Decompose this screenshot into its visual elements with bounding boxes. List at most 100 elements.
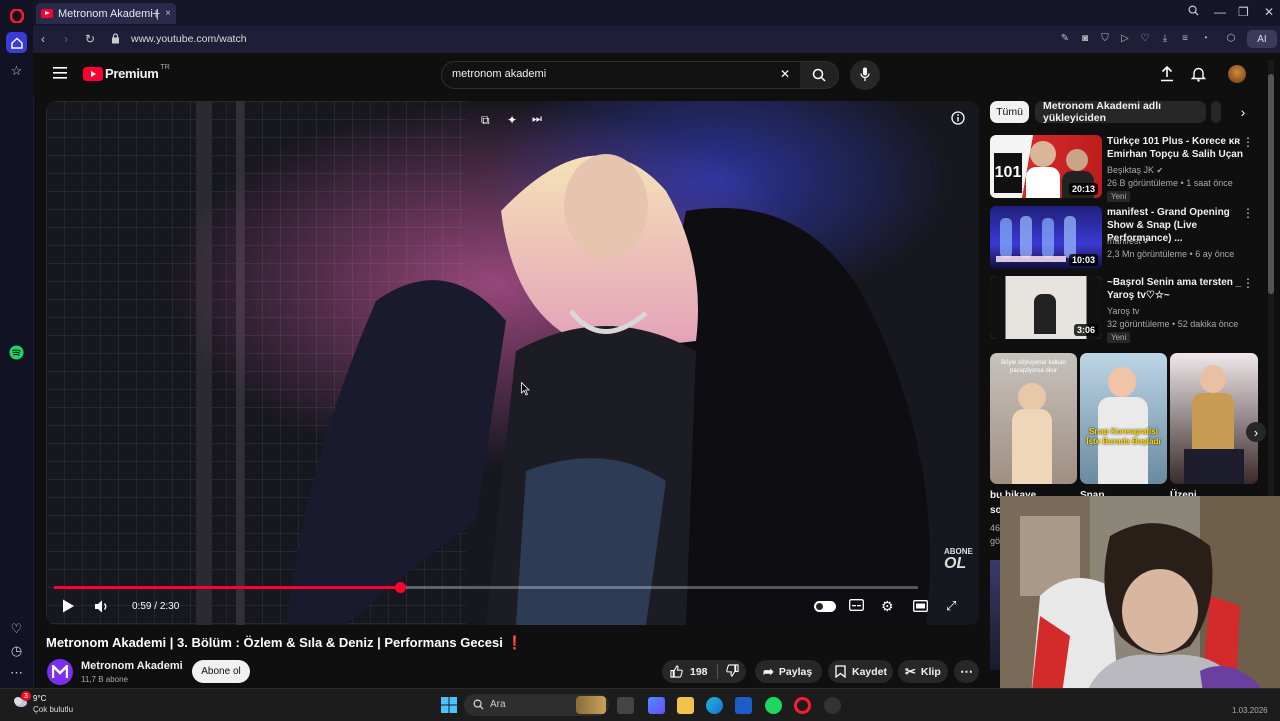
back-icon[interactable]: ‹ (41, 32, 45, 46)
thumbs-up-icon (670, 665, 683, 678)
more-icon[interactable]: ⋯ (6, 662, 27, 683)
channel-name[interactable]: Metronom Akademi (81, 660, 183, 672)
windows-start-icon[interactable] (441, 697, 457, 718)
minimize-icon[interactable]: — (1214, 5, 1226, 19)
reload-icon[interactable]: ↻ (85, 32, 95, 46)
url-input[interactable]: www.youtube.com/watch (131, 33, 247, 45)
search-input[interactable]: metronom akademi ✕ (441, 61, 801, 89)
volume-icon[interactable] (94, 600, 109, 618)
shorts-next-chevron-icon[interactable]: › (1246, 422, 1266, 442)
maximize-icon[interactable]: ❐ (1238, 5, 1249, 19)
short-item[interactable] (1170, 353, 1258, 484)
subtitles-icon[interactable] (849, 599, 864, 614)
time-current: 0:59 (132, 601, 152, 612)
menu-list-icon[interactable]: ≡ (1179, 33, 1191, 45)
opera-logo-icon[interactable] (6, 5, 27, 26)
app-taskbar-icon[interactable] (824, 697, 841, 714)
home-icon[interactable] (6, 32, 27, 53)
theater-mode-icon[interactable] (913, 599, 928, 617)
info-icon[interactable] (951, 111, 965, 130)
notifications-bell-icon[interactable] (1190, 66, 1207, 87)
play-button[interactable] (62, 599, 75, 618)
chip-uploader[interactable]: Metronom Akademi adlı yükleyiciden (1035, 100, 1206, 124)
forward-icon[interactable]: › (64, 32, 68, 46)
save-button[interactable]: Kaydet (828, 660, 893, 683)
sparkle-icon[interactable]: ✦ (507, 113, 517, 127)
upload-icon[interactable] (1160, 65, 1174, 87)
avatar[interactable] (1228, 65, 1246, 83)
task-view-icon[interactable] (617, 697, 634, 714)
hamburger-menu-icon[interactable] (53, 66, 67, 84)
settings-gear-icon[interactable]: ⚙ (881, 598, 894, 615)
recommendation-item[interactable]: 3:06 ~Başrol Senin ama tersten _ Yaroş t… (990, 276, 1260, 343)
search-button[interactable] (800, 61, 839, 89)
tab-close-icon[interactable]: × (165, 8, 171, 19)
spotify-icon[interactable] (6, 342, 27, 363)
weather-icon[interactable]: 3 (12, 691, 31, 713)
widgets-icon[interactable] (648, 697, 665, 714)
verified-icon: ✔ (1143, 237, 1151, 246)
video-thumbnail[interactable]: 10:03 (990, 206, 1102, 269)
scrollbar-thumb[interactable] (1268, 74, 1274, 294)
recommendation-item[interactable]: 10:03 manifest - Grand Opening Show & Sn… (990, 206, 1260, 272)
video-thumbnail[interactable]: 3:06 (990, 276, 1102, 339)
clip-button[interactable]: ✂ Klip (898, 660, 948, 683)
edit-icon[interactable]: ✎ (1059, 33, 1071, 45)
chips-next-chevron-icon[interactable]: › (1226, 101, 1260, 123)
video-title[interactable]: Türkçe 101 Plus - Korece ᴋʀ Emirhan Topç… (1107, 135, 1247, 161)
recommendation-item[interactable]: 101 20:13 Türkçe 101 Plus - Korece ᴋʀ Em… (990, 135, 1260, 202)
account-icon[interactable]: ◔ (1199, 33, 1211, 45)
share-button[interactable]: ➦ Paylaş (755, 660, 822, 683)
channel-name[interactable]: Beşiktaş JK ✔ (1107, 165, 1163, 175)
autoplay-toggle[interactable] (814, 601, 836, 612)
video-player[interactable]: ⧉ ✦ ⏭ ABONE OL 0:59 / 2:30 ⚙ ⤢ (46, 101, 979, 625)
video-thumbnail[interactable]: 101 20:13 (990, 135, 1102, 198)
store-icon[interactable] (735, 697, 752, 714)
ai-button[interactable]: AI (1247, 30, 1277, 48)
channel-name[interactable]: manifest ✔ (1107, 236, 1150, 246)
skip-icon[interactable]: ⏭ (532, 113, 542, 126)
video-title[interactable]: ~Başrol Senin ama tersten _ Yaroş tv♡☆~ (1107, 276, 1247, 302)
time-total: 2:30 (159, 601, 180, 612)
chip-next-partial[interactable] (1211, 101, 1221, 123)
voice-search-button[interactable] (850, 60, 880, 90)
more-actions-button[interactable]: ⋯ (954, 660, 979, 683)
channel-avatar[interactable] (47, 659, 73, 685)
taskbar-search[interactable]: Ara (464, 694, 609, 716)
like-button[interactable]: 198 (662, 665, 708, 678)
opera-taskbar-icon[interactable] (794, 697, 811, 714)
shield-icon[interactable]: ⛉ (1099, 33, 1111, 45)
video-menu-icon[interactable]: ⋮ (1242, 206, 1254, 220)
miniplayer-icon[interactable]: ⧉ (481, 113, 490, 128)
camera-icon[interactable]: ◙ (1079, 33, 1091, 45)
youtube-premium-logo[interactable]: Premium TR (83, 64, 170, 81)
short-item[interactable]: Snap Koreografisi İşte Burada Başladı (1080, 353, 1167, 484)
edge-icon[interactable] (706, 697, 723, 714)
video-menu-icon[interactable]: ⋮ (1242, 276, 1254, 290)
close-window-icon[interactable]: ✕ (1264, 5, 1274, 19)
short-figure-skirt (1184, 449, 1244, 484)
video-menu-icon[interactable]: ⋮ (1242, 135, 1254, 149)
play-icon[interactable]: ▷ (1119, 33, 1131, 45)
new-tab-button[interactable]: + (152, 5, 160, 21)
channel-name[interactable]: Yaroş tv (1107, 306, 1139, 316)
fullscreen-icon[interactable]: ⤢ (946, 598, 956, 614)
star-icon[interactable]: ☆ (6, 60, 27, 81)
spotify-taskbar-icon[interactable] (765, 697, 782, 714)
heart-icon[interactable]: ♡ (6, 618, 27, 639)
file-explorer-icon[interactable] (677, 697, 694, 714)
progress-scrubber[interactable] (394, 582, 406, 593)
subscribe-button[interactable]: Abone ol (192, 660, 250, 683)
history-icon[interactable]: ◷ (6, 640, 27, 661)
chip-all[interactable]: Tümü (990, 101, 1029, 123)
mouse-cursor-icon (521, 381, 531, 401)
progress-bar[interactable] (54, 582, 918, 593)
heart-outline-icon[interactable]: ♡ (1139, 33, 1151, 45)
short-item[interactable]: Böyle söylüyorlar kalkan pacepliyorsa ok… (990, 353, 1077, 484)
share-label: Paylaş (778, 665, 813, 678)
download-icon[interactable]: ⤓ (1159, 33, 1171, 45)
search-tabs-icon[interactable] (1188, 5, 1199, 19)
dislike-button[interactable] (725, 663, 739, 680)
clear-search-icon[interactable]: ✕ (780, 67, 790, 81)
extension-icon[interactable]: ⬡ (1225, 33, 1237, 45)
